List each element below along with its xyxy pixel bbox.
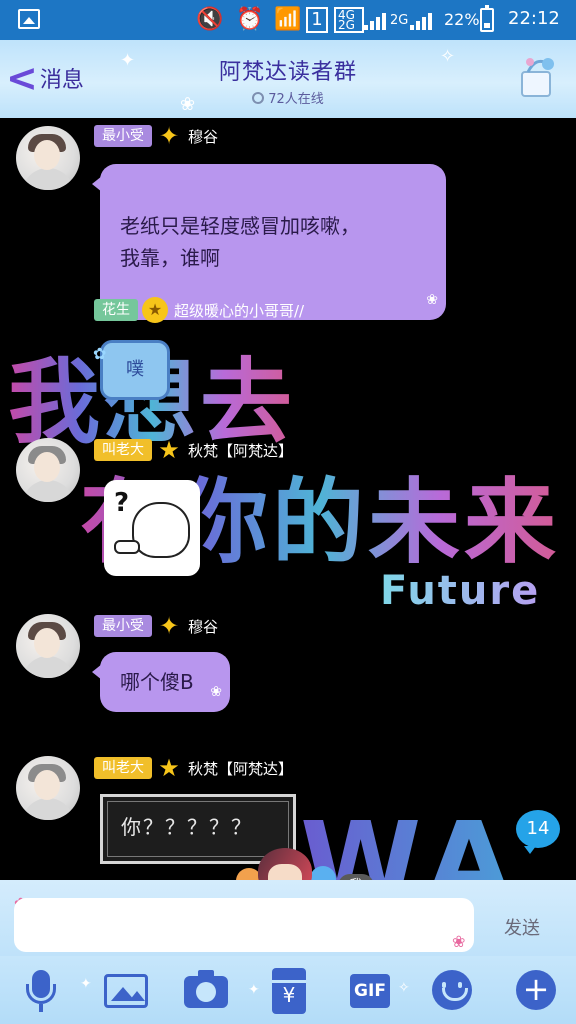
online-count-label: 72人在线 — [268, 92, 324, 107]
sender-name[interactable]: 秋梵【阿梵达】 — [188, 440, 293, 461]
sender-meta: 叫老大 ★ 秋梵【阿梵达】 — [94, 754, 293, 782]
fairy-decoration-icon: ✿ — [93, 344, 107, 363]
sender-meta: 最小受 ✦ 穆谷 — [94, 612, 218, 640]
member-title-badge: 叫老大 — [94, 439, 152, 461]
camera-icon[interactable] — [184, 970, 228, 1008]
message-text: 老纸只是轻度感冒加咳嗽， 我靠，谁啊 — [120, 214, 360, 270]
avatar-face — [34, 140, 60, 170]
mic-stand — [26, 984, 56, 1004]
clock: 22:12 — [508, 8, 560, 29]
input-toolbar: ✦ ✦ ✧ ¥ GIF + — [0, 956, 576, 1024]
sender-avatar[interactable] — [16, 756, 80, 820]
sticker-hand — [114, 540, 140, 554]
sender-meta: 最小受 ✦ 穆谷 — [94, 122, 218, 150]
message-bubble[interactable]: 哪个傻B ❀ — [92, 652, 230, 712]
online-indicator-icon — [252, 92, 265, 104]
sender-avatar[interactable] — [16, 126, 80, 190]
send-button[interactable]: 发送 — [490, 910, 554, 944]
flower-decoration-icon: ❀ — [452, 932, 466, 951]
avatar-face — [34, 770, 60, 800]
member-title-badge: 最小受 — [94, 125, 152, 147]
gallery-notification-icon — [18, 9, 40, 29]
message-bubble[interactable]: ✿ 噗 — [93, 340, 170, 400]
network-type-badge: 4G 2G — [334, 7, 364, 33]
avatar-body — [22, 480, 74, 502]
rank-star-icon: ★ — [142, 297, 168, 323]
signal-strength-1-icon — [364, 10, 386, 30]
chat-header: ✦ ✧ ❀ < 消息 阿梵达读者群 72人在线 — [0, 40, 576, 118]
message-input[interactable] — [14, 898, 474, 952]
rank-star-icon: ★ — [158, 436, 180, 464]
image-icon[interactable] — [104, 974, 148, 1008]
message-text: 哪个傻B — [120, 670, 194, 694]
plus-icon[interactable]: + — [516, 970, 556, 1010]
avatar-body — [22, 798, 74, 820]
sticker-image[interactable]: ? — [104, 480, 200, 576]
sim-slot-icon: 1 — [306, 7, 328, 33]
sparkle-icon: ✦ — [248, 982, 260, 998]
avatar-body — [22, 656, 74, 678]
sparkle-icon: ✦ — [80, 976, 92, 992]
status-bar: 🔇 ⏰ 📶 1 4G 2G 2G 22% 22:12 — [0, 0, 576, 40]
sender-name[interactable]: 秋梵【阿梵达】 — [188, 758, 293, 779]
network-bottom-label: 2G — [338, 18, 355, 32]
chat-message-list[interactable]: 我想去 有你的未来 Future WA 最小受 ✦ 穆谷 老纸只是轻度感冒加咳嗽… — [0, 118, 576, 880]
emoji-icon[interactable] — [432, 970, 472, 1010]
unread-count-badge[interactable]: 14 — [516, 810, 560, 854]
alarm-icon: ⏰ — [236, 7, 264, 32]
online-count: 72人在线 — [0, 88, 576, 107]
mascot-face — [268, 864, 302, 880]
background-art-line3: Future — [380, 568, 541, 614]
flower-decoration-icon: ❀ — [426, 292, 438, 308]
signal-strength-2-icon — [410, 10, 432, 30]
avatar-face — [34, 452, 60, 482]
sim2-label: 2G — [390, 13, 409, 28]
sender-name[interactable]: 超级暖心的小哥哥// — [174, 300, 304, 321]
sender-name[interactable]: 穆谷 — [188, 616, 218, 637]
rank-star-icon: ★ — [158, 754, 180, 782]
rank-star-icon: ✦ — [158, 612, 180, 640]
sender-avatar[interactable] — [16, 614, 80, 678]
sparkle-icon: ✧ — [398, 980, 410, 996]
member-title-badge: 叫老大 — [94, 757, 152, 779]
sender-meta: 叫老大 ★ 秋梵【阿梵达】 — [94, 436, 293, 464]
gif-icon[interactable]: GIF — [350, 974, 390, 1008]
mascot-avatar-icon[interactable] — [236, 838, 336, 880]
avatar-body — [22, 168, 74, 190]
sender-avatar[interactable] — [16, 438, 80, 502]
question-mark-glyph: ? — [114, 488, 130, 518]
sender-meta: 花生 ★ 超级暖心的小哥哥// — [94, 297, 304, 323]
rank-star-icon: ✦ — [158, 122, 180, 150]
member-title-badge: 花生 — [94, 299, 138, 321]
group-info-icon[interactable] — [518, 54, 558, 100]
message-text: 噗 — [126, 359, 144, 380]
wifi-icon: 📶 — [274, 7, 302, 32]
flower-decoration-icon: ❀ — [210, 684, 222, 700]
battery-percent: 22% — [444, 10, 480, 29]
mute-icon: 🔇 — [196, 7, 224, 32]
member-title-badge: 最小受 — [94, 615, 152, 637]
mascot-balloon-right — [310, 866, 336, 880]
sticker-face — [132, 502, 190, 558]
group-title[interactable]: 阿梵达读者群 — [0, 54, 576, 86]
sender-name[interactable]: 穆谷 — [188, 126, 218, 147]
message-input-bar: ✿ ❀ 发送 — [0, 880, 576, 956]
avatar-face — [34, 628, 60, 658]
mic-foot — [39, 1004, 43, 1012]
microphone-icon[interactable] — [19, 968, 63, 1012]
red-packet-icon[interactable]: ¥ — [272, 968, 306, 1014]
battery-icon — [480, 5, 494, 32]
